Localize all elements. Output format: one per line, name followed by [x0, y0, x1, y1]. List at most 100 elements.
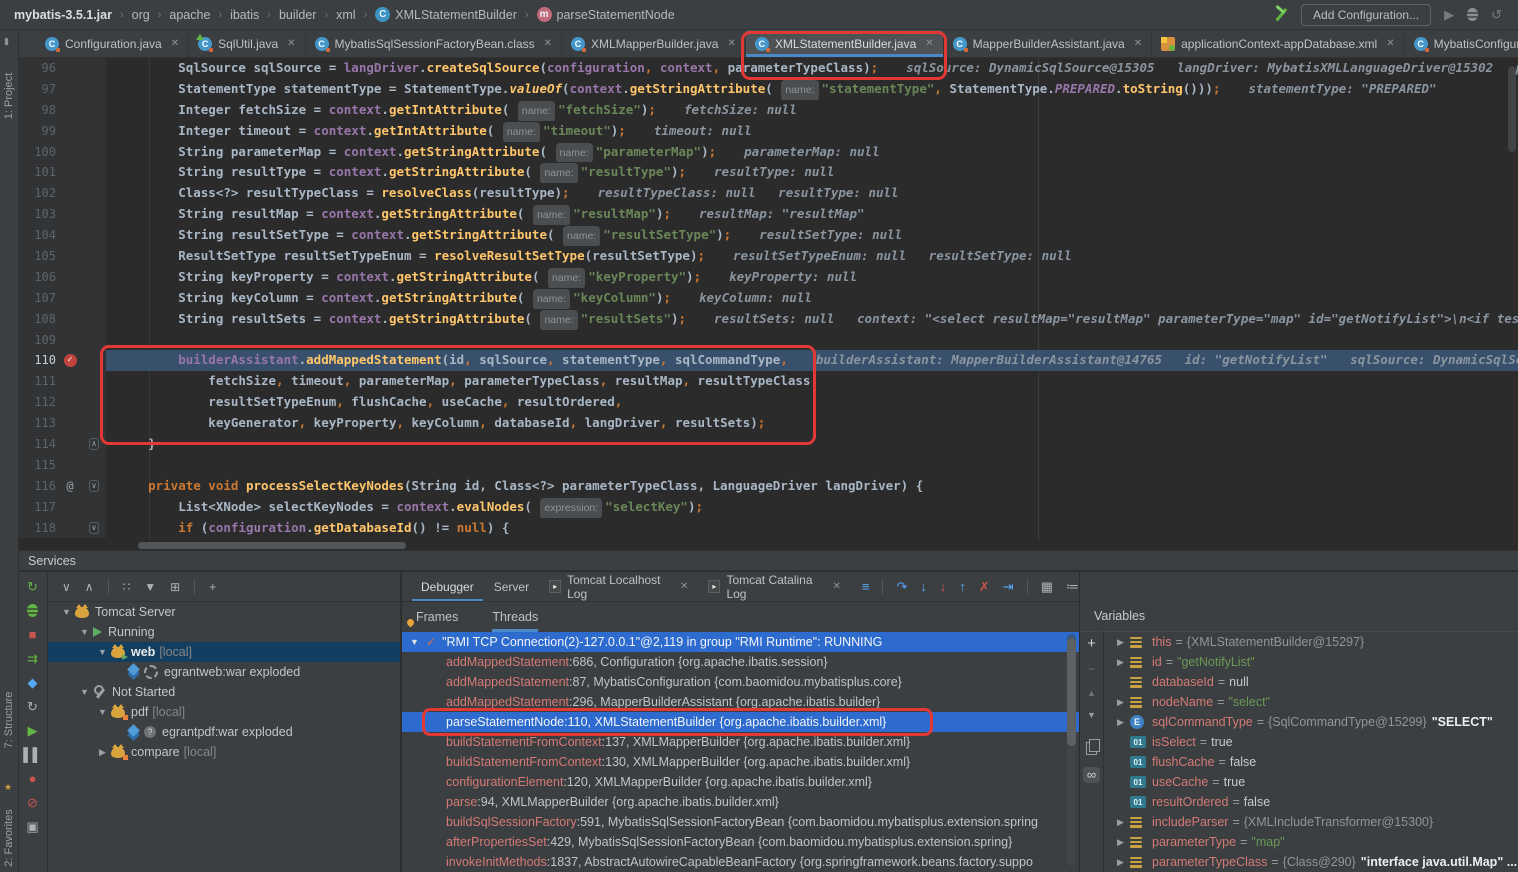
tree-chevron-icon[interactable]: ▶: [94, 747, 111, 758]
tree-chevron-icon[interactable]: ▶: [1103, 817, 1130, 828]
tree-chevron-icon[interactable]: ▶: [1103, 637, 1130, 648]
code-line[interactable]: 110✓ builderAssistant.addMappedStatement…: [18, 350, 1518, 371]
services-tree-item[interactable]: egrantweb:war exploded: [48, 662, 400, 682]
rerun-icon[interactable]: ↻: [27, 580, 38, 593]
stack-frame-row[interactable]: buildSqlSessionFactory:591, MybatisSqlSe…: [402, 812, 1079, 832]
drop-frame-icon[interactable]: ✗: [979, 579, 990, 595]
services-tree-item[interactable]: ▼Not Started: [48, 682, 400, 702]
code-line[interactable]: 111 fetchSize, timeout, parameterMap, pa…: [18, 371, 1518, 392]
stack-frame-row[interactable]: parse:94, XMLMapperBuilder {org.apache.i…: [402, 792, 1079, 812]
variable-row[interactable]: ▶parameterType="map": [1103, 832, 1518, 852]
tree-chevron-icon[interactable]: ▶: [1103, 717, 1130, 728]
stack-frame-row[interactable]: afterPropertiesSet:429, MybatisSqlSessio…: [402, 832, 1079, 852]
editor-horizontal-scrollbar[interactable]: [18, 540, 1518, 550]
services-view-icon[interactable]: ◆: [28, 676, 38, 689]
stack-frame-row[interactable]: invokeInitMethods:1837, AbstractAutowire…: [402, 852, 1079, 872]
editor-tab[interactable]: CSqlUtil.java✕: [189, 30, 305, 57]
tree-chevron-icon[interactable]: ▶: [1103, 857, 1130, 868]
variable-row[interactable]: 01useCache=true: [1103, 772, 1518, 792]
editor-tab[interactable]: CXMLMapperBuilder.java✕: [562, 30, 746, 57]
breadcrumb-item[interactable]: builder: [279, 8, 317, 22]
code-line[interactable]: 109: [18, 330, 1518, 351]
debug-icon[interactable]: [1467, 8, 1478, 21]
evaluate-toggle-icon[interactable]: ∞: [1083, 767, 1100, 783]
code-line[interactable]: 115: [18, 455, 1518, 476]
fold-marker-icon[interactable]: ∧: [89, 438, 100, 450]
debugger-tab[interactable]: ▸Tomcat Catalina Log✕: [699, 572, 850, 601]
code-line[interactable]: 113 keyGenerator, keyProperty, keyColumn…: [18, 413, 1518, 434]
close-tab-icon[interactable]: ✕: [680, 581, 688, 592]
tree-chevron-icon[interactable]: ▼: [94, 647, 111, 657]
duplicate-watch-icon[interactable]: [1086, 742, 1097, 755]
run-icon[interactable]: ▶: [1444, 7, 1454, 23]
services-tree-item[interactable]: ▼web[local]: [48, 642, 400, 662]
subtab-threads[interactable]: Threads: [492, 610, 538, 632]
stack-frame-row[interactable]: configurationElement:120, XMLMapperBuild…: [402, 772, 1079, 792]
stop-icon[interactable]: ■: [29, 628, 37, 641]
stack-frame-row[interactable]: addMappedStatement:87, MybatisConfigurat…: [402, 672, 1079, 692]
code-line[interactable]: 116@∨ private void processSelectKeyNodes…: [18, 476, 1518, 497]
step-out-icon[interactable]: ↑: [959, 579, 966, 594]
stripe-structure-label[interactable]: 7: Structure: [3, 692, 15, 749]
step-multi-icon[interactable]: ⇉: [27, 652, 38, 665]
move-down-icon[interactable]: ▼: [1087, 710, 1096, 720]
subtab-frames[interactable]: Frames: [416, 610, 458, 632]
variable-row[interactable]: ▶parameterTypeClass={Class@290}"interfac…: [1103, 852, 1518, 872]
add-service-icon[interactable]: +: [209, 580, 216, 594]
build-icon[interactable]: [1273, 7, 1288, 22]
code-line[interactable]: 105 ResultSetType resultSetTypeEnum = re…: [18, 246, 1518, 267]
tree-chevron-icon[interactable]: ▶: [1103, 697, 1130, 708]
record-icon[interactable]: ●: [29, 772, 37, 785]
code-line[interactable]: 100 String parameterMap = context.getStr…: [18, 142, 1518, 163]
new-frame-icon[interactable]: ⊞: [170, 580, 180, 594]
editor-tab[interactable]: CXMLStatementBuilder.java✕: [746, 30, 944, 57]
debugger-tab[interactable]: ▸Tomcat Localhost Log✕: [540, 572, 697, 601]
close-tab-icon[interactable]: ✕: [925, 38, 933, 49]
add-configuration-button[interactable]: Add Configuration...: [1301, 4, 1431, 26]
tree-chevron-icon[interactable]: ▶: [1103, 837, 1130, 848]
code-line[interactable]: 101 String resultType = context.getStrin…: [18, 162, 1518, 183]
services-tree-item[interactable]: ▼Tomcat Server: [48, 602, 400, 622]
frames-scrollbar-thumb[interactable]: [1067, 638, 1076, 746]
editor-tab[interactable]: CMapperBuilderAssistant.java✕: [944, 30, 1152, 57]
show-execution-point-icon[interactable]: ≡: [862, 579, 870, 594]
run-to-cursor-icon[interactable]: ⇥: [1003, 579, 1014, 595]
debugger-tab[interactable]: Server: [485, 572, 538, 601]
close-tab-icon[interactable]: ✕: [1386, 38, 1394, 49]
close-tab-icon[interactable]: ✕: [544, 38, 552, 49]
editor-tab[interactable]: CMybatisConfiguration.class✕: [1405, 30, 1518, 57]
tree-chevron-icon[interactable]: ▼: [58, 607, 75, 617]
variable-row[interactable]: 01isSelect=true: [1103, 732, 1518, 752]
layout-settings-icon[interactable]: ≔: [1066, 579, 1079, 595]
breadcrumb-item[interactable]: CXMLStatementBuilder: [375, 7, 517, 22]
code-line[interactable]: 107 String keyColumn = context.getString…: [18, 288, 1518, 309]
editor-tab[interactable]: CConfiguration.java✕: [36, 30, 189, 57]
stripe-favorites-label[interactable]: 2: Favorites: [3, 809, 15, 866]
breadcrumb-item[interactable]: mparseStatementNode: [537, 7, 675, 22]
services-panel-header[interactable]: Services: [18, 550, 1518, 571]
stack-frame-row[interactable]: buildStatementFromContext:137, XMLMapper…: [402, 732, 1079, 752]
code-line[interactable]: 103 String resultMap = context.getString…: [18, 204, 1518, 225]
services-tree-item[interactable]: ▼pdf[local]: [48, 702, 400, 722]
screenshot-icon[interactable]: ▣: [26, 820, 38, 833]
variable-row[interactable]: 01resultOrdered=false: [1103, 792, 1518, 812]
tree-chevron-icon[interactable]: ▼: [410, 637, 426, 647]
close-tab-icon[interactable]: ✕: [833, 581, 841, 592]
breadcrumb-item[interactable]: xml: [336, 8, 355, 22]
stack-frame-row[interactable]: buildStatementFromContext:130, XMLMapper…: [402, 752, 1079, 772]
remove-watch-icon[interactable]: −: [1088, 662, 1095, 676]
collapse-all-icon[interactable]: ∧: [85, 580, 94, 594]
code-line[interactable]: 108 String resultSets = context.getStrin…: [18, 309, 1518, 330]
resume-icon[interactable]: ▶: [28, 724, 38, 737]
step-into-icon[interactable]: ↓: [920, 579, 927, 594]
breadcrumb-item[interactable]: ibatis: [230, 8, 259, 22]
stripe-project-label[interactable]: 1: Project: [3, 73, 15, 119]
debugger-tab[interactable]: Debugger: [412, 572, 483, 601]
services-tree-item[interactable]: ▼Running: [48, 622, 400, 642]
tree-chevron-icon[interactable]: ▼: [76, 687, 93, 697]
code-line[interactable]: 99 Integer timeout = context.getIntAttri…: [18, 121, 1518, 142]
variable-row[interactable]: ▶this={XMLStatementBuilder@15297}: [1103, 632, 1518, 652]
fold-marker-icon[interactable]: ∨: [89, 480, 100, 492]
close-tab-icon[interactable]: ✕: [171, 38, 179, 49]
step-over-icon[interactable]: ↷: [896, 579, 907, 595]
